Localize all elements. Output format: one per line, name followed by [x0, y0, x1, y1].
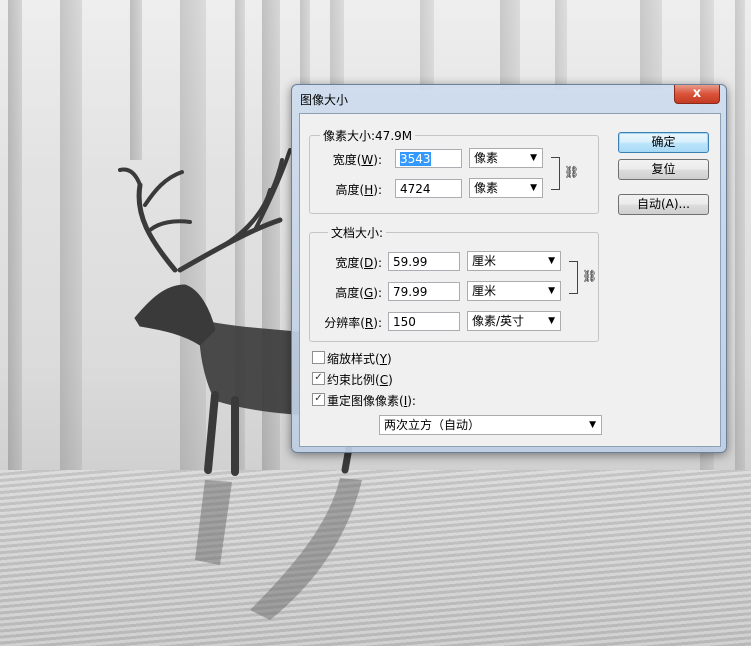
resample-method-select[interactable]: 两次立方（自动） ▼ — [379, 415, 602, 435]
pixel-width-input[interactable]: 3543 — [395, 149, 462, 168]
chevron-down-icon: ▼ — [548, 316, 555, 326]
reset-button[interactable]: 复位 — [618, 159, 709, 180]
doc-height-label: 高度(G): — [335, 286, 382, 300]
doc-height-unit-select[interactable]: 厘米 ▼ — [467, 281, 561, 301]
pixel-dimensions-group: 像素大小:47.9M 宽度(W): 3543 像素 ▼ 高度(H): 4724 … — [309, 127, 599, 214]
resolution-input[interactable]: 150 — [388, 312, 460, 331]
auto-button[interactable]: 自动(A)... — [618, 194, 709, 215]
pixel-height-unit-select[interactable]: 像素 ▼ — [469, 178, 543, 198]
pixel-height-value: 4724 — [400, 182, 431, 196]
close-button[interactable]: x — [674, 85, 720, 104]
resolution-value: 150 — [393, 315, 416, 329]
resolution-unit: 像素/英寸 — [472, 314, 525, 328]
chevron-down-icon: ▼ — [530, 183, 537, 193]
doc-width-unit-select[interactable]: 厘米 ▼ — [467, 251, 561, 271]
doc-width-input[interactable]: 59.99 — [388, 252, 460, 271]
resolution-label: 分辨率(R): — [324, 316, 382, 330]
chevron-down-icon: ▼ — [548, 286, 555, 296]
ok-button[interactable]: 确定 — [618, 132, 709, 153]
document-size-legend: 文档大小: — [328, 224, 387, 241]
pixel-width-unit-select[interactable]: 像素 ▼ — [469, 148, 543, 168]
pixel-width-unit: 像素 — [474, 151, 499, 165]
pixel-width-value: 3543 — [400, 152, 431, 166]
doc-height-value: 79.99 — [393, 285, 428, 299]
image-size-dialog: 图像大小 x 像素大小:47.9M 宽度(W): 3543 像素 ▼ 高度(H)… — [291, 84, 727, 453]
close-icon: x — [692, 86, 702, 101]
link-icon: ⛓ — [564, 165, 580, 179]
dialog-title: 图像大小 — [300, 93, 349, 107]
doc-width-value: 59.99 — [393, 255, 428, 269]
resolution-unit-select[interactable]: 像素/英寸 ▼ — [467, 311, 561, 331]
doc-width-label: 宽度(D): — [335, 256, 382, 270]
pixel-link-bracket — [551, 157, 560, 190]
check-icon: ✓ — [312, 393, 325, 406]
pixel-width-label: 宽度(W): — [332, 153, 382, 167]
chevron-down-icon: ▼ — [589, 420, 596, 430]
checkbox-box — [312, 351, 325, 364]
title-bar[interactable]: 图像大小 x — [292, 85, 726, 111]
document-size-group: 文档大小: 宽度(D): 59.99 厘米 ▼ 高度(G): 79.99 厘米 … — [309, 224, 599, 342]
pixel-height-input[interactable]: 4724 — [395, 179, 462, 198]
doc-width-unit: 厘米 — [472, 254, 497, 268]
doc-link-bracket — [569, 261, 578, 294]
pixel-dimensions-legend: 像素大小:47.9M — [320, 127, 416, 144]
link-icon: ⛓ — [582, 269, 598, 283]
dialog-body: 像素大小:47.9M 宽度(W): 3543 像素 ▼ 高度(H): 4724 … — [299, 113, 721, 447]
doc-height-unit: 厘米 — [472, 284, 497, 298]
doc-height-input[interactable]: 79.99 — [388, 282, 460, 301]
chevron-down-icon: ▼ — [548, 256, 555, 266]
pixel-height-label: 高度(H): — [335, 183, 382, 197]
chevron-down-icon: ▼ — [530, 153, 537, 163]
resample-method-value: 两次立方（自动） — [384, 418, 481, 432]
pixel-height-unit: 像素 — [474, 181, 499, 195]
check-icon: ✓ — [312, 372, 325, 385]
